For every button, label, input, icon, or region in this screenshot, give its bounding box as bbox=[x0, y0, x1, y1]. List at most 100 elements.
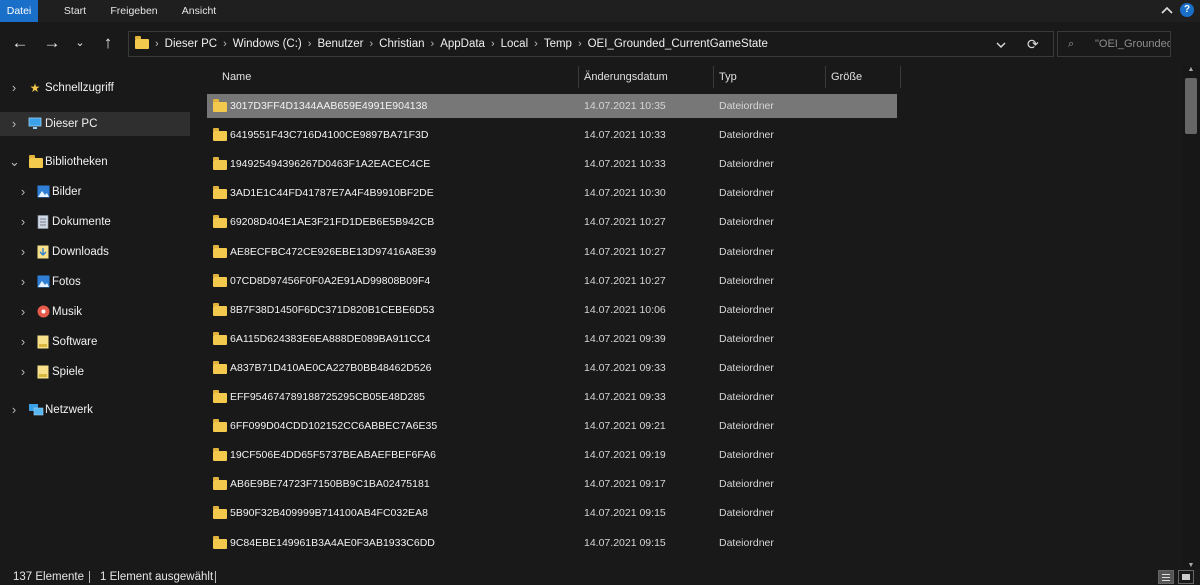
breadcrumb-item[interactable]: Benutzer bbox=[317, 38, 363, 50]
column-header-size[interactable]: Größe bbox=[831, 66, 862, 88]
sidebar-item-downloads[interactable]: › Downloads bbox=[0, 240, 190, 264]
help-icon[interactable]: ? bbox=[1180, 3, 1194, 17]
tab-start[interactable]: Start bbox=[56, 0, 94, 22]
folder-icon bbox=[213, 360, 227, 374]
sidebar-item-pictures[interactable]: › Bilder bbox=[0, 180, 190, 204]
sidebar-item-label: Netzwerk bbox=[45, 404, 93, 416]
chevron-up-icon[interactable] bbox=[1160, 3, 1174, 17]
table-row[interactable]: 9C84EBE149961B3A4AE0F3AB1933C6DD 14.07.20… bbox=[207, 531, 897, 555]
status-divider bbox=[89, 571, 90, 583]
table-row[interactable]: 3017D3FF4D1344AAB659E4991E904138 14.07.20… bbox=[207, 94, 897, 118]
table-row[interactable]: 194925494396267D0463F1A2EACEC4CE 14.07.20… bbox=[207, 152, 897, 176]
chevron-right-icon[interactable]: › bbox=[308, 38, 312, 50]
breadcrumb-item[interactable]: Windows (C:) bbox=[233, 38, 302, 50]
table-row[interactable]: 6419551F43C716D4100CE9897BA71F3D 14.07.20… bbox=[207, 123, 897, 147]
sidebar-item-games[interactable]: › Spiele bbox=[0, 360, 190, 384]
tab-share[interactable]: Freigeben bbox=[104, 0, 164, 22]
column-header-type[interactable]: Typ bbox=[719, 66, 737, 88]
search-input[interactable]: ⌕ "OEI_Grounded_Cu... bbox=[1057, 31, 1171, 57]
tab-file[interactable]: Datei bbox=[0, 0, 38, 22]
modified-date: 14.07.2021 09:15 bbox=[584, 536, 666, 549]
table-row[interactable]: EFF954674789188725295CB05E48D285 14.07.20… bbox=[207, 385, 897, 409]
table-row[interactable]: 07CD8D97456F0F0A2E91AD99808B09F4 14.07.20… bbox=[207, 269, 897, 293]
address-bar[interactable]: › Dieser PC › Windows (C:) › Benutzer › … bbox=[128, 31, 1054, 57]
column-divider[interactable] bbox=[713, 66, 714, 88]
chevron-right-icon[interactable]: › bbox=[223, 38, 227, 50]
folder-icon bbox=[135, 36, 149, 49]
table-row[interactable]: AE8ECFBC472CE926EBE13D97416A8E39 14.07.20… bbox=[207, 240, 897, 264]
breadcrumb-item[interactable]: AppData bbox=[440, 38, 485, 50]
breadcrumb-item[interactable]: Dieser PC bbox=[165, 38, 217, 50]
sidebar-item-music[interactable]: › Musik bbox=[0, 300, 190, 324]
chevron-right-icon[interactable]: › bbox=[9, 112, 19, 136]
chevron-right-icon[interactable]: › bbox=[18, 270, 28, 294]
chevron-right-icon[interactable]: › bbox=[431, 38, 435, 50]
table-row[interactable]: 3AD1E1C44FD41787E7A4F4B9910BF2DE 14.07.20… bbox=[207, 181, 897, 205]
column-divider[interactable] bbox=[900, 66, 901, 88]
sidebar-item-label: Bibliotheken bbox=[45, 156, 108, 168]
file-type: Dateiordner bbox=[719, 187, 774, 200]
file-type: Dateiordner bbox=[719, 536, 774, 549]
breadcrumb-item[interactable]: Christian bbox=[379, 38, 424, 50]
table-row[interactable]: 19CF506E4DD65F5737BEABAEFBEF6FA6 14.07.20… bbox=[207, 443, 897, 467]
chevron-down-icon[interactable] bbox=[995, 32, 1007, 56]
chevron-down-icon[interactable]: ⌄ bbox=[70, 32, 90, 54]
table-row[interactable]: 69208D404E1AE3F21FD1DEB6E5B942CB 14.07.20… bbox=[207, 210, 897, 234]
chevron-right-icon[interactable]: › bbox=[534, 38, 538, 50]
chevron-right-icon[interactable]: › bbox=[9, 76, 19, 100]
search-icon: ⌕ bbox=[1068, 38, 1075, 50]
file-name: 69208D404E1AE3F21FD1DEB6E5B942CB bbox=[230, 216, 435, 229]
chevron-right-icon[interactable]: › bbox=[18, 240, 28, 264]
folder-icon bbox=[213, 99, 227, 112]
column-header-date[interactable]: Änderungsdatum bbox=[584, 66, 668, 88]
chevron-right-icon[interactable]: › bbox=[9, 398, 19, 422]
large-icons-view-icon[interactable] bbox=[1178, 570, 1194, 584]
file-name: 5B90F32B409999B714100AB4FC032EA8 bbox=[230, 507, 428, 520]
arrow-left-icon[interactable]: ← bbox=[10, 32, 30, 54]
column-divider[interactable] bbox=[825, 66, 826, 88]
chevron-right-icon[interactable]: › bbox=[369, 38, 373, 50]
arrow-up-icon[interactable]: ↑ bbox=[98, 32, 118, 54]
chevron-right-icon[interactable]: › bbox=[18, 300, 28, 324]
chevron-right-icon[interactable]: › bbox=[155, 38, 159, 50]
chevron-right-icon[interactable]: › bbox=[18, 180, 28, 204]
table-row[interactable]: 5B90F32B409999B714100AB4FC032EA8 14.07.20… bbox=[207, 501, 897, 525]
table-row[interactable]: 6FF099D04CDD102152CC6ABBEC7A6E35 14.07.20… bbox=[207, 414, 897, 438]
breadcrumb-item[interactable]: Temp bbox=[544, 38, 572, 50]
sidebar-item-network[interactable]: › Netzwerk bbox=[0, 398, 190, 422]
sidebar-item-documents[interactable]: › Dokumente bbox=[0, 210, 190, 234]
vertical-scrollbar[interactable]: ▲ ▼ bbox=[1182, 66, 1200, 569]
folder-icon bbox=[213, 215, 227, 229]
pictures-icon bbox=[36, 185, 50, 199]
tab-view[interactable]: Ansicht bbox=[174, 0, 224, 22]
table-row[interactable]: A837B71D410AE0CA227B0BB48462D526 14.07.20… bbox=[207, 356, 897, 380]
folder-icon bbox=[213, 186, 227, 200]
chevron-right-icon[interactable]: › bbox=[18, 330, 28, 354]
arrow-right-icon[interactable]: → bbox=[42, 32, 62, 54]
scrollbar-thumb[interactable] bbox=[1185, 78, 1197, 134]
column-header-name[interactable]: Name bbox=[222, 66, 251, 88]
scroll-down-icon[interactable]: ▼ bbox=[1182, 562, 1200, 569]
column-divider[interactable] bbox=[578, 66, 579, 88]
chevron-right-icon[interactable]: › bbox=[491, 38, 495, 50]
sidebar-item-photos[interactable]: › Fotos bbox=[0, 270, 190, 294]
table-row[interactable]: AB6E9BE74723F7150BB9C1BA02475181 14.07.20… bbox=[207, 472, 897, 496]
breadcrumb-item-current[interactable]: OEI_Grounded_CurrentGameState bbox=[588, 38, 768, 50]
breadcrumb-item[interactable]: Local bbox=[501, 38, 529, 50]
chevron-right-icon[interactable]: › bbox=[18, 360, 28, 384]
chevron-right-icon[interactable]: › bbox=[578, 38, 582, 50]
details-view-icon[interactable] bbox=[1158, 570, 1174, 584]
file-type: Dateiordner bbox=[719, 478, 774, 491]
sidebar-item-this-pc[interactable]: › Dieser PC bbox=[0, 112, 190, 136]
table-row[interactable]: 6A115D624383E6EA888DE089BA911CC4 14.07.20… bbox=[207, 327, 897, 351]
folder-icon bbox=[213, 273, 227, 287]
sidebar-item-libraries[interactable]: ⌄ Bibliotheken bbox=[0, 150, 190, 174]
chevron-right-icon[interactable]: › bbox=[18, 210, 28, 234]
sidebar-item-software[interactable]: › Software bbox=[0, 330, 190, 354]
scroll-up-icon[interactable]: ▲ bbox=[1182, 66, 1200, 73]
refresh-icon[interactable]: ⟳ bbox=[1027, 32, 1039, 56]
chevron-down-icon[interactable]: ⌄ bbox=[9, 150, 20, 174]
folder-icon bbox=[213, 244, 227, 258]
table-row[interactable]: 8B7F38D1450F6DC371D820B1CEBE6D53 14.07.20… bbox=[207, 298, 897, 322]
sidebar-item-quick-access[interactable]: › ★ Schnellzugriff bbox=[0, 76, 190, 100]
